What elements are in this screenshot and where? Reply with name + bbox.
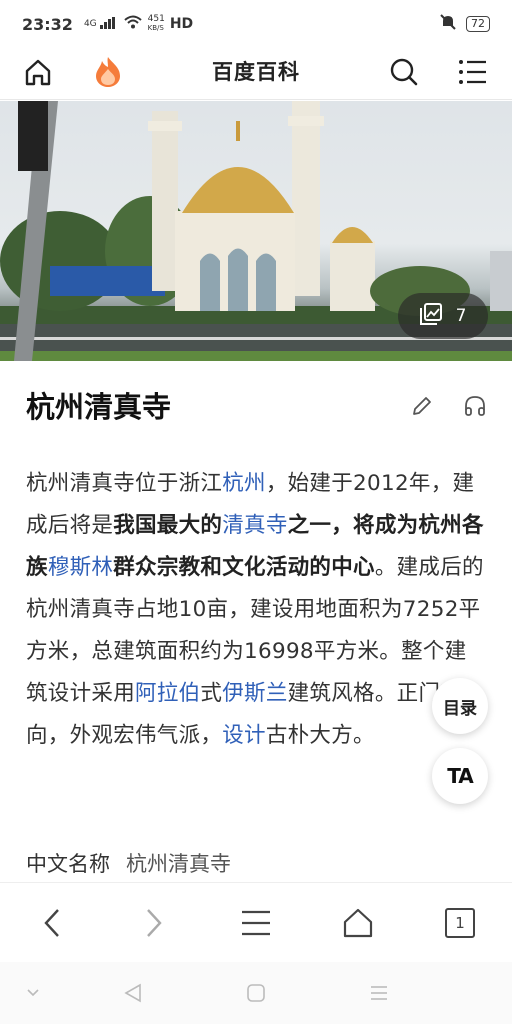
network-type: 4G [83, 18, 97, 29]
article-summary: 杭州清真寺位于浙江杭州，始建于2012年，建成后将是我国最大的清真寺之一，将成为… [26, 463, 488, 757]
headphones-icon[interactable] [463, 394, 487, 422]
system-recents-icon[interactable] [366, 980, 392, 1006]
gallery-icon [419, 302, 442, 330]
summary-bold: 群众宗教和文化活动的中心 [113, 555, 375, 580]
link-muslim[interactable]: 穆斯林 [48, 555, 113, 580]
link-arab[interactable]: 阿拉伯 [135, 681, 200, 706]
speed-unit: KB/S [147, 24, 164, 32]
hd-indicator: HD [169, 16, 194, 32]
summary-segment: 式 [200, 681, 223, 706]
search-icon[interactable] [386, 54, 422, 90]
edit-icon[interactable] [410, 394, 434, 422]
menu-icon[interactable] [455, 54, 491, 90]
forward-icon[interactable] [134, 903, 174, 943]
link-design[interactable]: 设计 [222, 723, 266, 748]
photo-count-button[interactable]: 7 [398, 293, 488, 339]
network-speed: 451 KB/S [148, 15, 165, 33]
signal-icon [99, 15, 116, 33]
article-title: 杭州清真寺 [26, 390, 172, 424]
system-navigation [0, 962, 512, 1024]
link-mosque[interactable]: 清真寺 [222, 513, 287, 538]
info-value: 杭州清真寺 [126, 852, 231, 876]
link-islam[interactable]: 伊斯兰 [222, 681, 287, 706]
mute-icon [440, 14, 456, 34]
hide-keyboard-icon[interactable] [20, 980, 46, 1006]
photo-count: 7 [455, 306, 467, 326]
browser-toolbar: 1 [0, 882, 512, 962]
system-home-icon[interactable] [243, 980, 269, 1006]
top-navigation: 百度百科 [0, 48, 512, 100]
tabs-button[interactable]: 1 [440, 903, 480, 943]
battery-indicator: 72 [466, 16, 490, 32]
info-row-chinese-name: 中文名称 杭州清真寺 [26, 848, 231, 878]
tab-count: 1 [445, 908, 475, 938]
summary-segment: 杭州清真寺位于浙江 [26, 471, 223, 496]
summary-segment: 古朴大方。 [265, 723, 375, 748]
speed-value: 451 [147, 14, 165, 24]
wifi-icon [123, 15, 142, 33]
info-label: 中文名称 [26, 852, 110, 876]
system-back-icon[interactable] [120, 980, 146, 1006]
status-time: 23:32 [22, 14, 73, 34]
browser-home-icon[interactable] [338, 903, 378, 943]
ta-button[interactable]: TA [432, 748, 488, 804]
link-hangzhou[interactable]: 杭州 [222, 471, 266, 496]
hero-image[interactable]: 7 [0, 101, 512, 361]
back-icon[interactable] [32, 903, 72, 943]
summary-bold: 我国最大的 [113, 513, 223, 538]
menu-lines-icon[interactable] [236, 903, 276, 943]
page-title: 百度百科 [212, 60, 300, 84]
status-bar: 23:32 4G 451 KB/S HD 72 [0, 0, 512, 48]
toc-button[interactable]: 目录 [432, 678, 488, 734]
